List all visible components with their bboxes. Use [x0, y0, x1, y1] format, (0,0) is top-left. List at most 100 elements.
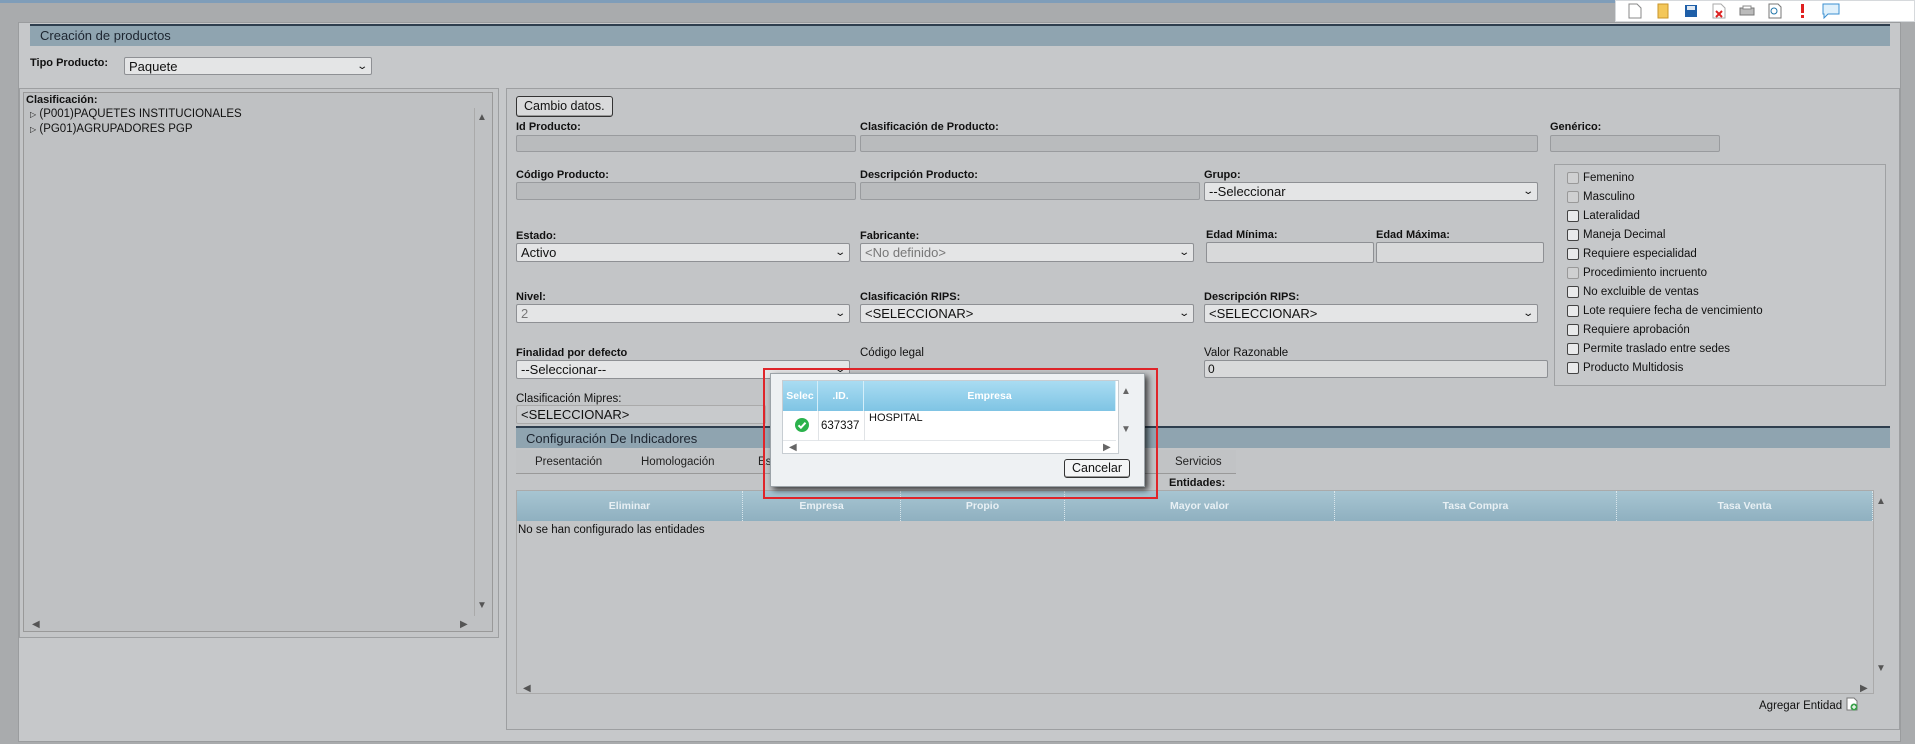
clasificacion-rips-value: <SELECCIONAR> — [865, 306, 974, 321]
delete-icon[interactable] — [1710, 2, 1728, 20]
checkbox[interactable] — [1567, 248, 1579, 260]
grupo-select[interactable]: --Seleccionar ⌄ — [1204, 182, 1538, 201]
checkbox[interactable] — [1567, 191, 1579, 203]
clasificacion-producto-label: Clasificación de Producto: — [860, 121, 999, 133]
checkbox-label: Procedimiento incruento — [1583, 267, 1708, 279]
add-entity-link[interactable]: Agregar Entidad — [1759, 697, 1858, 714]
generico-input[interactable] — [1550, 135, 1720, 152]
edad-minima-input[interactable] — [1206, 242, 1374, 263]
clasificacion-rips-label: Clasificación RIPS: — [860, 291, 961, 303]
grupo-label: Grupo: — [1204, 169, 1241, 181]
checkbox-row[interactable]: Requiere aprobación — [1567, 324, 1690, 336]
finalidad-label: Finalidad por defecto — [516, 347, 628, 359]
grid-scroll-left-icon[interactable]: ◀ — [523, 683, 531, 694]
checkbox[interactable] — [1567, 324, 1579, 336]
tipo-producto-select[interactable]: Paquete ⌄ — [124, 57, 372, 75]
generico-label: Genérico: — [1550, 121, 1602, 133]
print-icon[interactable] — [1738, 2, 1756, 20]
column-header[interactable]: Eliminar — [517, 491, 743, 521]
modal-table-row[interactable]: 637337 HOSPITAL — [783, 411, 1116, 441]
checkbox[interactable] — [1567, 267, 1579, 279]
chevron-down-icon: ⌄ — [1521, 308, 1534, 319]
checkbox-row[interactable]: Permite traslado entre sedes — [1567, 343, 1730, 355]
edad-maxima-label: Edad Máxima: — [1376, 229, 1450, 241]
save-icon[interactable] — [1682, 2, 1700, 20]
modal-scroll-right-icon[interactable]: ▶ — [1103, 442, 1111, 453]
selected-check-icon[interactable] — [785, 417, 819, 437]
checkbox[interactable] — [1567, 305, 1579, 317]
new-document-icon[interactable] — [1626, 2, 1644, 20]
open-folder-icon[interactable] — [1654, 2, 1672, 20]
modal-scroll-up-icon[interactable]: ▲ — [1121, 386, 1131, 397]
scroll-right-icon[interactable]: ▶ — [460, 619, 468, 630]
grid-scroll-down-icon[interactable]: ▼ — [1876, 663, 1886, 674]
add-document-icon[interactable] — [1846, 697, 1858, 714]
id-producto-input[interactable] — [516, 135, 856, 152]
checkbox-row[interactable]: Lote requiere fecha de vencimiento — [1567, 305, 1763, 317]
expand-arrow-icon[interactable]: ▷ — [30, 110, 36, 119]
descripcion-producto-input[interactable] — [860, 182, 1200, 200]
preview-icon[interactable] — [1766, 2, 1784, 20]
checkbox-label: Masculino — [1583, 191, 1635, 203]
modal-column-header[interactable]: .ID. — [818, 381, 864, 411]
checkbox[interactable] — [1567, 172, 1579, 184]
checkbox-label: No excluible de ventas — [1583, 286, 1699, 298]
checkbox-row[interactable]: Producto Multidosis — [1567, 362, 1683, 374]
clasificacion-mipres-select[interactable]: <SELECCIONAR> — [516, 405, 766, 424]
change-data-button[interactable]: Cambio datos. — [516, 96, 613, 117]
fabricante-select[interactable]: <No definido> ⌄ — [860, 243, 1194, 262]
checkbox-row[interactable]: Masculino — [1567, 191, 1635, 203]
tree-vertical-scrollbar[interactable] — [474, 108, 492, 616]
checkbox[interactable] — [1567, 229, 1579, 241]
nivel-select[interactable]: 2 ⌄ — [516, 304, 850, 323]
checkbox-label: Requiere especialidad — [1583, 248, 1697, 260]
grid-scroll-up-icon[interactable]: ▲ — [1876, 496, 1886, 507]
scroll-down-icon[interactable]: ▼ — [477, 600, 487, 611]
tab-servicios[interactable]: Servicios — [1175, 456, 1222, 468]
valor-razonable-input[interactable]: 0 — [1204, 360, 1548, 378]
tab-homologacion[interactable]: Homologación — [641, 456, 715, 468]
checkbox-row[interactable]: Lateralidad — [1567, 210, 1640, 222]
finalidad-value: --Seleccionar-- — [521, 362, 607, 377]
column-header[interactable]: Tasa Compra — [1335, 491, 1617, 521]
checkbox-row[interactable]: Maneja Decimal — [1567, 229, 1665, 241]
checkbox-row[interactable]: Requiere especialidad — [1567, 248, 1697, 260]
modal-column-header[interactable]: Empresa — [864, 381, 1116, 411]
edad-maxima-input[interactable] — [1376, 242, 1544, 263]
alert-icon[interactable] — [1794, 2, 1812, 20]
chat-icon[interactable] — [1822, 2, 1840, 20]
checkbox-label: Lateralidad — [1583, 210, 1640, 222]
expand-arrow-icon[interactable]: ▷ — [30, 125, 36, 134]
checkbox[interactable] — [1567, 343, 1579, 355]
row-divider — [818, 411, 819, 441]
grid-scroll-right-icon[interactable]: ▶ — [1860, 683, 1868, 694]
chevron-down-icon: ⌄ — [1521, 186, 1534, 197]
estado-select[interactable]: Activo ⌄ — [516, 243, 850, 262]
descripcion-rips-select[interactable]: <SELECCIONAR> ⌄ — [1204, 304, 1538, 323]
clasificacion-rips-select[interactable]: <SELECCIONAR> ⌄ — [860, 304, 1194, 323]
cancel-button[interactable]: Cancelar — [1064, 459, 1131, 478]
id-producto-label: Id Producto: — [516, 121, 581, 133]
modal-column-header[interactable]: Selec — [783, 381, 818, 411]
tab-presentacion[interactable]: Presentación — [535, 456, 602, 468]
tree-item[interactable]: ▷ (PG01)AGRUPADORES PGP — [30, 123, 193, 135]
toolbar — [1615, 0, 1915, 22]
checkbox[interactable] — [1567, 210, 1579, 222]
clasificacion-producto-input[interactable] — [860, 135, 1538, 152]
scroll-left-icon[interactable]: ◀ — [32, 619, 40, 630]
checkbox[interactable] — [1567, 362, 1579, 374]
nivel-label: Nivel: — [516, 291, 546, 303]
codigo-producto-input[interactable] — [516, 182, 856, 200]
chevron-down-icon: ⌄ — [833, 308, 846, 319]
descripcion-producto-label: Descripción Producto: — [860, 169, 978, 181]
checkbox-row[interactable]: Procedimiento incruento — [1567, 267, 1707, 279]
tree-item[interactable]: ▷ (P001)PAQUETES INSTITUCIONALES — [30, 108, 242, 120]
column-header[interactable]: Tasa Venta — [1617, 491, 1873, 521]
modal-scroll-left-icon[interactable]: ◀ — [789, 442, 797, 453]
checkbox-row[interactable]: Femenino — [1567, 172, 1634, 184]
modal-scroll-down-icon[interactable]: ▼ — [1121, 424, 1131, 435]
scroll-up-icon[interactable]: ▲ — [477, 112, 487, 123]
checkbox[interactable] — [1567, 286, 1579, 298]
company-id: 637337 — [821, 420, 860, 432]
checkbox-row[interactable]: No excluible de ventas — [1567, 286, 1699, 298]
